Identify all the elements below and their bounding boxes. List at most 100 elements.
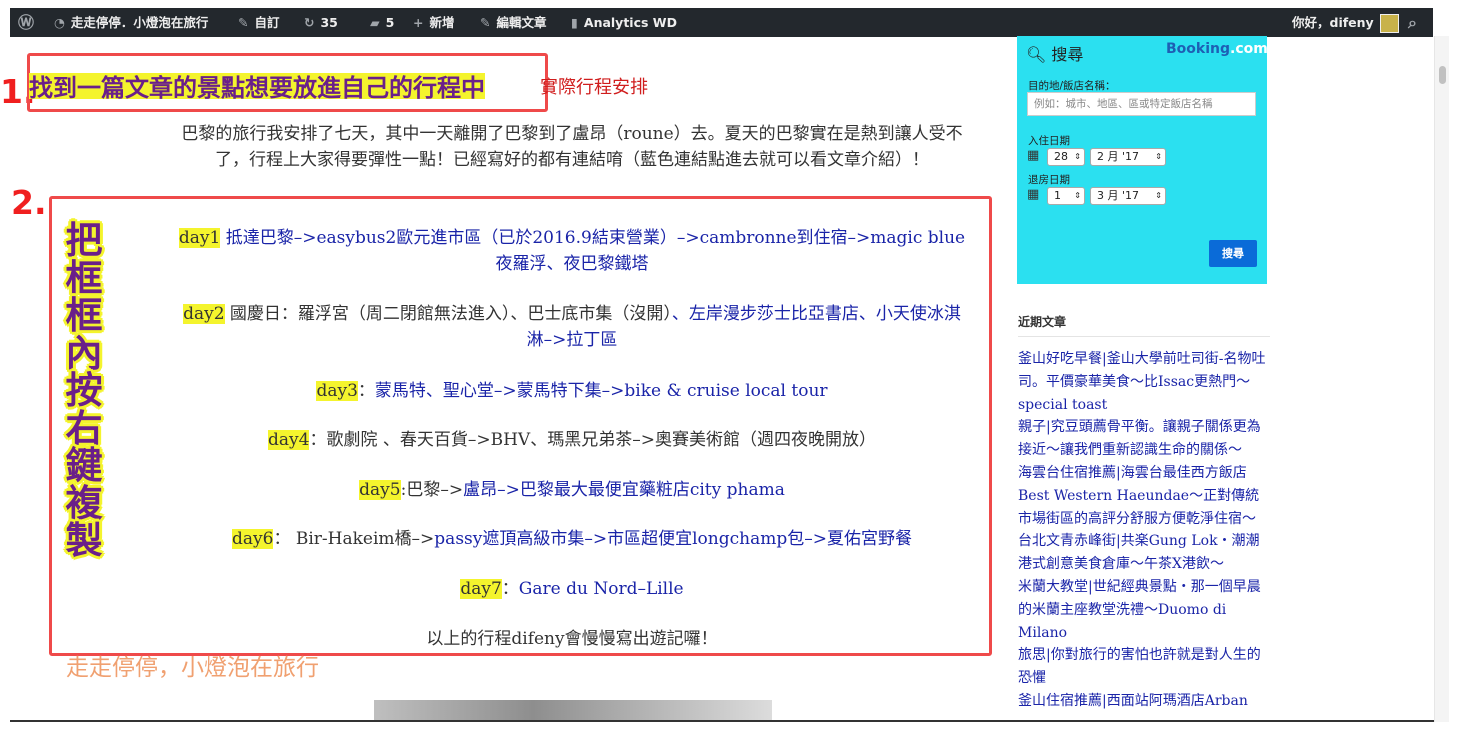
checkin-day-select[interactable]: 28 ⇕ (1047, 148, 1085, 166)
day-link[interactable]: 蒙馬特、聖心堂–>蒙馬特下集–>bike & cruise local tour (375, 381, 828, 401)
site-name: 走走停停．小燈泡在旅行 (70, 15, 209, 30)
step-2-annotation: 把框框內按右鍵複製 (62, 222, 106, 560)
day-label: day2 (183, 304, 225, 324)
day-text: 國慶日：羅浮宮（周二閉館無法進入）、巴士底市集（沒開） (224, 304, 672, 324)
recent-posts-list: 釜山好吃早餐|釜山大學前吐司街-名物吐司。平價豪華美食～比Issac更熱門～sp… (1018, 348, 1270, 713)
chart-icon: ▮ (571, 15, 578, 30)
recent-posts-divider (1018, 336, 1270, 337)
recent-post-link[interactable]: 台北文青赤峰街|共楽Gung Lok・潮潮港式創意美食倉庫～午茶X港飲～ (1018, 530, 1270, 576)
new-content-link[interactable]: + 新增 (413, 8, 455, 37)
destination-input[interactable]: 例如：城市、地區、區或特定飯店名稱 (1027, 92, 1256, 116)
checkout-day-value: 1 (1054, 189, 1061, 202)
scrollbar-thumb[interactable] (1439, 66, 1446, 84)
checkin-label: 入住日期 (1028, 135, 1070, 147)
analytics-link[interactable]: ▮ Analytics WD (571, 8, 677, 37)
edit-post-label: 編輯文章 (496, 15, 547, 30)
window-bottom-edge (10, 720, 1434, 722)
comments-link[interactable]: ▰ 5 (370, 8, 394, 37)
checkout-day-select[interactable]: 1 ⇕ (1047, 187, 1085, 205)
day-label: day6 (232, 529, 274, 549)
recent-post-link[interactable]: 海雲台住宿推薦|海雲台最佳西方飯店Best Western Haeundae～正… (1018, 462, 1270, 530)
day-label: day5 (359, 480, 401, 500)
analytics-label: Analytics WD (583, 15, 677, 30)
booking-search-heading: 🔍︎ 搜尋 (1026, 41, 1083, 65)
step-2-annotation-char: 框 (65, 256, 103, 300)
checkin-month-value: 2 月 '17 (1097, 150, 1140, 163)
day-text: ： (501, 579, 519, 599)
checkout-month-value: 3 月 '17 (1097, 189, 1140, 202)
itinerary-day: day2 國慶日：羅浮宮（周二閉館無法進入）、巴士底市集（沒開）、左岸漫步莎士比… (172, 301, 972, 353)
day-label: day7 (460, 579, 502, 599)
checkin-day-value: 28 (1054, 150, 1068, 163)
day-link[interactable]: Gare du Nord–Lille (519, 579, 684, 599)
updates-icon: ↻ (304, 15, 315, 30)
booking-search-button[interactable]: 搜尋 (1209, 240, 1257, 267)
itinerary-day: day6： Bir-Hakeim橋–>passy遮頂高級市集–>市區超便宜lon… (172, 526, 972, 552)
site-name-link[interactable]: ◔ 走走停停．小燈泡在旅行 (54, 8, 208, 37)
day-label: day1 (178, 228, 221, 248)
checkout-month-select[interactable]: 3 月 '17 ⇕ (1090, 187, 1166, 205)
booking-brand-suffix: .com (1230, 41, 1268, 57)
magnifier-icon: 🔍︎ (1026, 45, 1047, 64)
dashboard-icon: ◔ (54, 15, 65, 30)
booking-search-label: 搜尋 (1051, 45, 1084, 64)
recent-post-link[interactable]: 旅思|你對旅行的害怕也許就是對人生的恐懼 (1018, 644, 1270, 690)
step-2-annotation-char: 把 (65, 219, 103, 262)
recent-post-link[interactable]: 釜山好吃早餐|釜山大學前吐司街-名物吐司。平價豪華美食～比Issac更熱門～sp… (1018, 348, 1270, 416)
user-account-menu[interactable]: 你好，difeny (1292, 8, 1399, 37)
brush-icon: ✎ (238, 15, 249, 30)
day-label: day4 (268, 430, 310, 450)
stepper-icon: ⇕ (1155, 152, 1162, 161)
edit-post-link[interactable]: ✎ 編輯文章 (480, 8, 547, 37)
step-2-annotation-char: 框 (65, 294, 103, 337)
day-link[interactable]: passy遮頂高級市集–>市區超便宜longchamp包–>夏佑宮野餐 (434, 529, 912, 549)
itinerary-day: day1 抵達巴黎–>easybus2歐元進市區（已於2016.9結束營業）–>… (172, 225, 972, 277)
booking-brand: Booking (1166, 41, 1231, 57)
blog-watermark: 走走停停，小燈泡在旅行 (66, 655, 319, 681)
booking-widget: 🔍︎ 搜尋 Booking.com 目的地/飯店名稱： 例如：城市、地區、區或特… (1017, 36, 1268, 284)
step-2-annotation-char: 按 (65, 369, 103, 412)
customize-label: 自訂 (254, 15, 280, 30)
checkin-month-select[interactable]: 2 月 '17 ⇕ (1090, 148, 1166, 166)
itinerary-day: day7：Gare du Nord–Lille (172, 576, 972, 602)
new-label: 新增 (429, 15, 455, 30)
recent-posts-heading: 近期文章 (1018, 315, 1067, 329)
step-2-number: 2. (11, 183, 47, 222)
step-2-annotation-char: 複 (65, 481, 103, 525)
booking-logo: Booking.com (1166, 41, 1268, 57)
step-2-annotation-char: 右 (65, 406, 103, 450)
day-text: :巴黎–> (400, 480, 464, 500)
wordpress-logo-icon[interactable]: Ⓦ (18, 8, 40, 37)
day-link[interactable]: 抵達巴黎–>easybus2歐元進市區（已於2016.9結束營業）–>cambr… (220, 228, 965, 274)
recent-post-link[interactable]: 米蘭大教堂|世紀經典景點・那一個早晨的米蘭主座教堂洗禮～Duomo di Mil… (1018, 576, 1270, 644)
avatar (1379, 14, 1399, 33)
step-2-annotation-char: 鍵 (65, 444, 103, 487)
day-text: ： (357, 381, 375, 401)
checkout-label: 退房日期 (1028, 174, 1070, 186)
stepper-icon: ⇕ (1074, 191, 1081, 200)
stepper-icon: ⇕ (1074, 152, 1081, 161)
pencil-icon: ✎ (480, 15, 491, 30)
customize-link[interactable]: ✎ 自訂 (238, 8, 280, 37)
checkout-calendar-icon[interactable]: ▦ (1027, 188, 1041, 202)
step-1-annotation: 找到一篇文章的景點想要放進自己的行程中 (29, 68, 485, 103)
day-link[interactable]: 盧昂–>巴黎最大最便宜藥粧店city phama (463, 480, 785, 500)
itinerary-day: day4：歌劇院 、春天百貨–>BHV、瑪黑兄弟茶–>奧賽美術館（週四夜晚開放） (172, 427, 972, 453)
post-intro: 巴黎的旅行我安排了七天，其中一天離開了巴黎到了盧昂（roune）去。夏天的巴黎實… (181, 124, 963, 170)
step-2-annotation-char: 製 (65, 519, 103, 562)
itinerary-day: day5:巴黎–>盧昂–>巴黎最大最便宜藥粧店city phama (172, 477, 972, 503)
vertical-scrollbar[interactable] (1434, 36, 1449, 722)
recent-post-link[interactable]: 親子|究豆頭薦骨平衡。讓親子關係更為接近～讓我們重新認識生命的關係～ (1018, 416, 1270, 462)
search-icon[interactable]: ⌕ (1408, 8, 1417, 37)
comments-count: 5 (385, 15, 395, 30)
updates-link[interactable]: ↻ 35 (304, 8, 338, 37)
itinerary-day: day3：蒙馬特、聖心堂–>蒙馬特下集–>bike & cruise local… (172, 378, 972, 404)
day-text: ： Bir-Hakeim橋–> (273, 529, 435, 549)
recent-post-link[interactable]: 釜山住宿推薦|西面站阿瑪酒店Arban (1018, 690, 1270, 713)
day-text: ：歌劇院 、春天百貨–>BHV、瑪黑兄弟茶–>奧賽美術館（週四夜晚開放） (309, 430, 876, 450)
destination-label: 目的地/飯店名稱： (1028, 80, 1116, 92)
user-greeting: 你好，difeny (1292, 15, 1374, 30)
admin-bar: Ⓦ ◔ 走走停停．小燈泡在旅行 ✎ 自訂 ↻ 35 ▰ 5 + 新增 ✎ 編輯文章 ▮ Ana… (10, 8, 1433, 37)
day-label: day3 (316, 381, 358, 401)
checkin-calendar-icon[interactable]: ▦ (1027, 149, 1041, 163)
